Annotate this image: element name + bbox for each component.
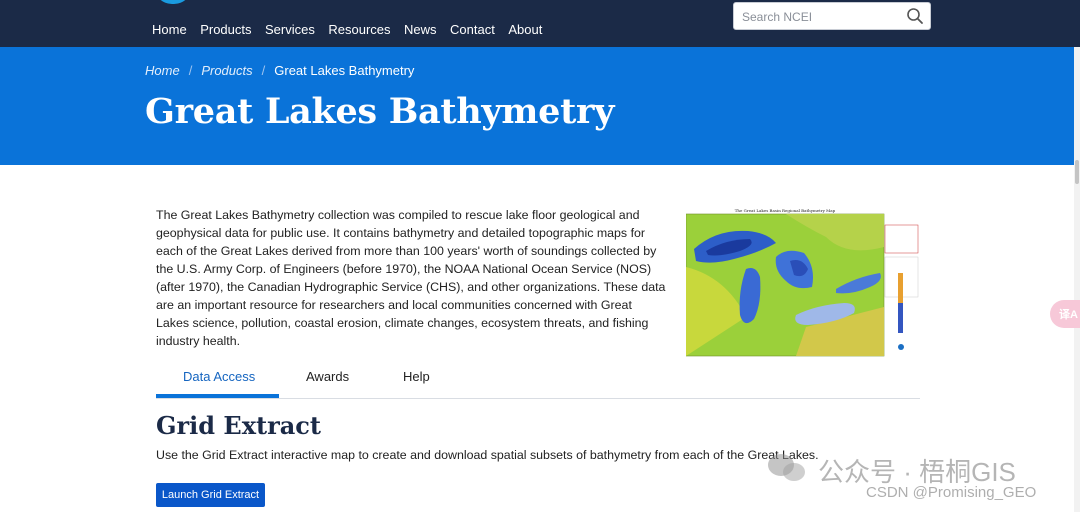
map-caption: The Great Lakes Basin Regional Bathymetr… bbox=[735, 208, 836, 213]
active-tab-indicator bbox=[156, 394, 279, 398]
top-nav: Home Products Services Resources News Co… bbox=[0, 0, 1080, 47]
nav-item-home[interactable]: Home bbox=[152, 22, 187, 37]
translate-icon: 译A bbox=[1059, 309, 1078, 321]
scrollbar-thumb[interactable] bbox=[1075, 160, 1079, 184]
nav-item-contact[interactable]: Contact bbox=[450, 22, 495, 37]
breadcrumb-products[interactable]: Products bbox=[201, 63, 252, 78]
wechat-icon bbox=[768, 454, 805, 481]
nav-item-resources[interactable]: Resources bbox=[328, 22, 390, 37]
section-description: Use the Grid Extract interactive map to … bbox=[156, 448, 819, 462]
launch-grid-extract-button[interactable]: Launch Grid Extract bbox=[156, 483, 265, 507]
tab-awards[interactable]: Awards bbox=[306, 369, 349, 384]
breadcrumb: Home / Products / Great Lakes Bathymetry bbox=[145, 63, 414, 78]
tab-data-access[interactable]: Data Access bbox=[183, 369, 255, 384]
tab-bar: Data Access Awards Help bbox=[156, 362, 920, 399]
page: Home Products Services Resources News Co… bbox=[0, 0, 1080, 512]
nav-item-news[interactable]: News bbox=[404, 22, 437, 37]
nav-item-about[interactable]: About bbox=[508, 22, 542, 37]
ncei-logo[interactable] bbox=[154, 0, 192, 4]
nav-item-services[interactable]: Services bbox=[265, 22, 315, 37]
scrollbar-track[interactable] bbox=[1074, 47, 1080, 512]
section-title: Grid Extract bbox=[156, 411, 321, 440]
breadcrumb-separator: / bbox=[188, 63, 193, 78]
translate-widget[interactable]: 译A bbox=[1050, 300, 1080, 328]
intro-paragraph: The Great Lakes Bathymetry collection wa… bbox=[156, 208, 666, 348]
bathymetry-map-image[interactable]: The Great Lakes Basin Regional Bathymetr… bbox=[686, 207, 920, 357]
nav-menu: Home Products Services Resources News Co… bbox=[152, 22, 556, 37]
search-icon[interactable] bbox=[906, 7, 924, 25]
search-input[interactable] bbox=[742, 8, 902, 26]
page-title: Great Lakes Bathymetry bbox=[145, 91, 615, 132]
tab-help[interactable]: Help bbox=[403, 369, 430, 384]
search-box bbox=[733, 2, 931, 30]
hero-banner: Home / Products / Great Lakes Bathymetry… bbox=[0, 47, 1080, 165]
breadcrumb-separator: / bbox=[261, 63, 266, 78]
nav-item-products[interactable]: Products bbox=[200, 22, 251, 37]
breadcrumb-home[interactable]: Home bbox=[145, 63, 180, 78]
breadcrumb-current: Great Lakes Bathymetry bbox=[274, 63, 415, 78]
watermark-csdn: CSDN @Promising_GEO bbox=[866, 484, 1037, 501]
